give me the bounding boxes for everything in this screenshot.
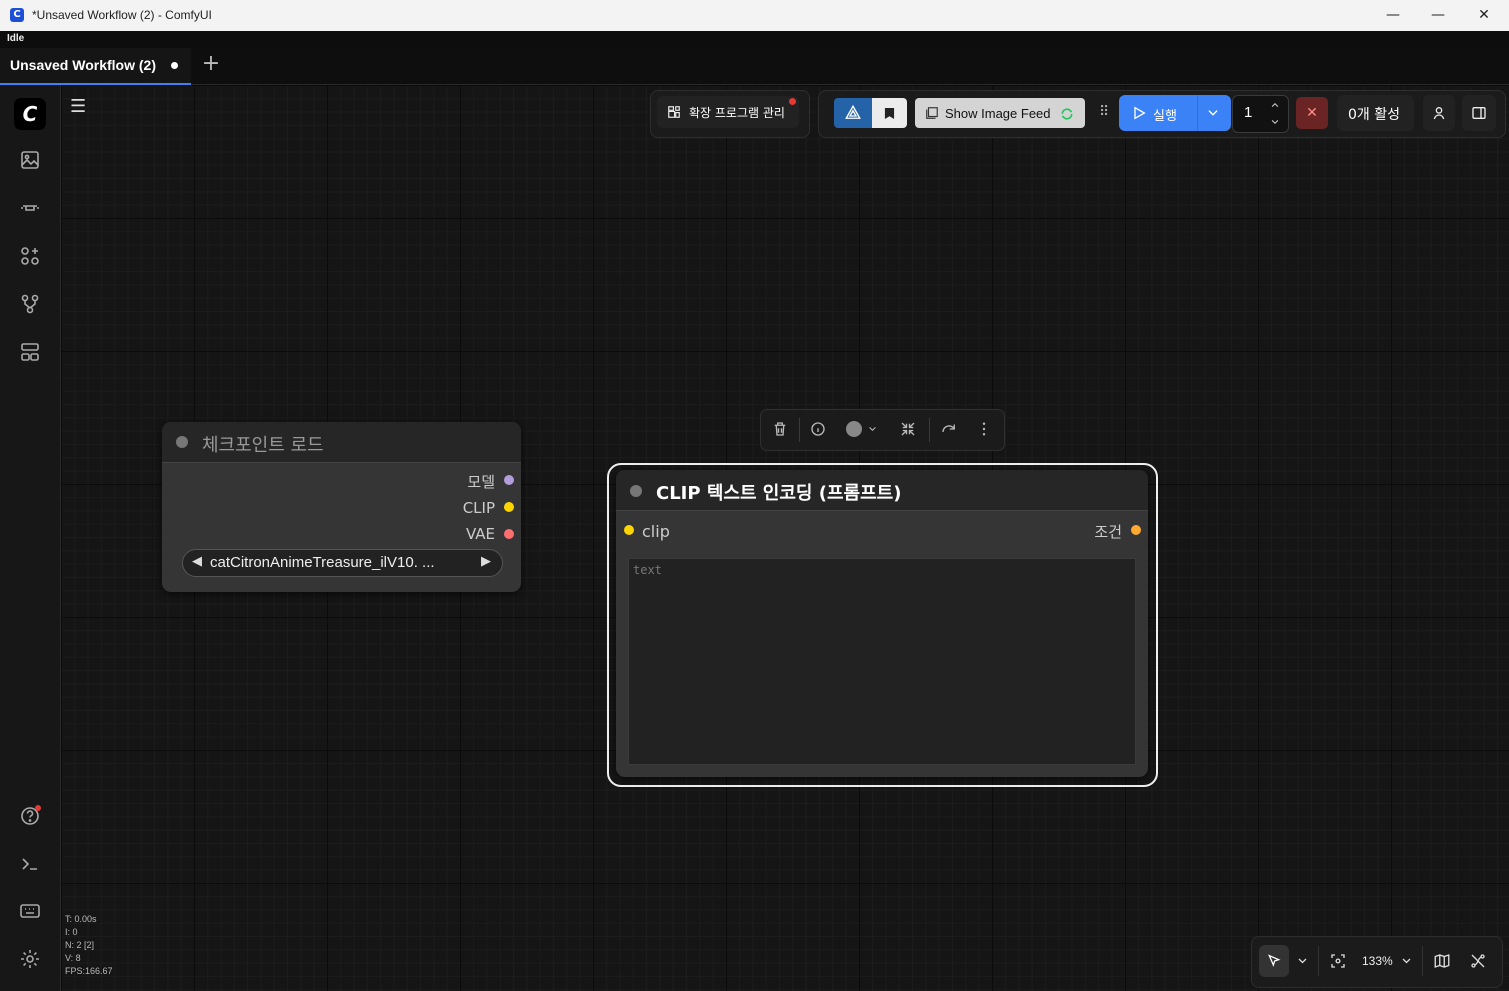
triangle-logo-icon xyxy=(845,104,861,119)
color-picker-icon[interactable] xyxy=(846,421,862,437)
trash-icon[interactable] xyxy=(771,420,789,438)
extension-manager-button[interactable]: 확장 프로그램 관리 xyxy=(657,96,799,128)
zoom-level[interactable]: 133% xyxy=(1362,954,1393,968)
bypass-icon[interactable] xyxy=(940,420,958,438)
pointer-icon xyxy=(1268,954,1281,967)
close-window-button[interactable]: ✕ xyxy=(1461,0,1507,31)
active-queue-button[interactable]: 0개 활성 xyxy=(1337,95,1414,131)
stat-nodes: N: 2 [2] xyxy=(65,940,95,950)
queue-count-input[interactable]: 1 xyxy=(1232,95,1289,133)
ckpt-name-value: catCitronAnimeTreasure_ilV10. ... xyxy=(210,554,435,571)
terminal-icon[interactable] xyxy=(18,852,42,876)
image-feed-icon xyxy=(926,107,938,119)
collapse-dot-icon[interactable] xyxy=(176,436,188,448)
hamburger-menu-icon[interactable]: ☰ xyxy=(70,96,90,117)
collapse-icon[interactable] xyxy=(899,420,917,438)
increment-icon[interactable] xyxy=(1269,100,1281,110)
prompt-textarea[interactable]: text xyxy=(628,558,1136,765)
zoom-chevron-down-icon[interactable] xyxy=(1400,955,1413,967)
prompt-placeholder: text xyxy=(633,563,662,577)
hide-links-icon[interactable] xyxy=(1469,952,1487,970)
fit-view-icon[interactable] xyxy=(1329,952,1347,970)
toggle-panel-button[interactable] xyxy=(1462,95,1496,131)
output-label-vae: VAE xyxy=(465,525,495,543)
output-label-model: 모델 xyxy=(467,473,495,491)
show-image-feed-label: Show Image Feed xyxy=(945,106,1051,121)
user-icon xyxy=(1433,107,1445,120)
help-icon[interactable] xyxy=(18,804,42,828)
node-title: CLIP 텍스트 인코딩 (프롬프트) xyxy=(656,483,902,504)
bookmark-button[interactable] xyxy=(872,98,907,128)
input-label-clip: clip xyxy=(642,522,670,541)
tab-label: Unsaved Workflow (2) xyxy=(10,57,156,73)
output-label-conditioning: 조건 xyxy=(1094,523,1122,541)
comfy-logo[interactable]: C xyxy=(14,98,46,130)
queue-count-value: 1 xyxy=(1244,104,1253,121)
toggle-a-button[interactable] xyxy=(834,98,872,128)
clip-input-slot[interactable] xyxy=(624,525,634,535)
output-label-clip: CLIP xyxy=(462,499,495,517)
play-icon xyxy=(1134,106,1146,120)
render-stats: T: 0.00s I: 0 N: 2 [2] V: 8 FPS:166.67 xyxy=(65,913,113,978)
decrement-icon[interactable] xyxy=(1269,117,1281,127)
node-header[interactable]: CLIP 텍스트 인코딩 (프롬프트) xyxy=(616,470,1148,511)
chevron-down-icon[interactable] xyxy=(1205,106,1221,120)
stat-time: T: 0.00s xyxy=(65,914,97,924)
stat-i: I: 0 xyxy=(65,927,78,937)
model-library-icon[interactable] xyxy=(18,196,42,220)
ckpt-name-combo[interactable]: ◀ catCitronAnimeTreasure_ilV10. ... ▶ xyxy=(182,549,503,577)
node-title: 체크포인트 로드 xyxy=(202,435,324,456)
status-text: Idle xyxy=(7,33,25,44)
minimize-button-2[interactable]: — xyxy=(1370,0,1416,31)
notification-dot xyxy=(789,98,796,105)
collapse-dot-icon[interactable] xyxy=(630,485,642,497)
stat-v: V: 8 xyxy=(65,953,81,963)
settings-icon[interactable] xyxy=(18,947,42,971)
next-arrow-icon[interactable]: ▶ xyxy=(481,554,491,569)
templates-icon[interactable] xyxy=(18,340,42,364)
select-mode-button[interactable] xyxy=(1259,945,1289,977)
node-selection-toolbar xyxy=(760,409,1005,451)
vae-output-slot[interactable] xyxy=(504,529,514,539)
comfyui-app-icon: C xyxy=(10,8,24,22)
puzzle-icon xyxy=(668,106,680,118)
info-icon[interactable] xyxy=(809,420,827,438)
color-chevron-down-icon[interactable] xyxy=(867,424,878,434)
status-line: Idle xyxy=(0,31,1509,48)
refresh-green-icon xyxy=(1061,108,1073,120)
cancel-queue-button[interactable]: ✕ xyxy=(1296,97,1328,129)
node-header[interactable]: 체크포인트 로드 xyxy=(162,422,521,463)
sidebar-panel-icon xyxy=(1472,107,1486,119)
bookmark-icon xyxy=(884,108,895,119)
conditioning-output-slot[interactable] xyxy=(1131,525,1141,535)
drag-handle-icon[interactable]: ⠿ xyxy=(1099,104,1109,120)
workflow-tab-bar: Unsaved Workflow (2) + xyxy=(0,48,1509,85)
run-button[interactable]: 실행 xyxy=(1119,95,1231,131)
images-icon[interactable] xyxy=(18,148,42,172)
keyboard-icon[interactable] xyxy=(18,899,42,923)
new-tab-button[interactable]: + xyxy=(199,53,223,77)
prev-arrow-icon[interactable]: ◀ xyxy=(192,554,202,569)
stat-fps: FPS:166.67 xyxy=(65,966,113,976)
active-queue-label: 0개 활성 xyxy=(1348,107,1400,123)
unsaved-dot-icon xyxy=(171,62,178,69)
workflows-icon[interactable] xyxy=(18,292,42,316)
extension-manager-label: 확장 프로그램 관리 xyxy=(689,106,785,120)
model-output-slot[interactable] xyxy=(504,475,514,485)
window-title-bar: C *Unsaved Workflow (2) - ComfyUI — ✕ xyxy=(0,0,1509,32)
minimap-icon[interactable] xyxy=(1433,952,1451,970)
more-options-icon[interactable] xyxy=(975,420,993,438)
user-button[interactable] xyxy=(1423,95,1455,131)
run-label: 실행 xyxy=(1153,109,1177,124)
mode-chevron-down-icon[interactable] xyxy=(1296,955,1309,967)
clip-output-slot[interactable] xyxy=(504,502,514,512)
node-library-icon[interactable] xyxy=(18,244,42,268)
maximize-button[interactable] xyxy=(1416,0,1462,31)
show-image-feed-button[interactable]: Show Image Feed xyxy=(915,98,1085,128)
window-title: *Unsaved Workflow (2) - ComfyUI xyxy=(32,8,212,22)
tab-unsaved-workflow[interactable]: Unsaved Workflow (2) xyxy=(0,48,191,85)
sidebar: C xyxy=(0,85,61,991)
